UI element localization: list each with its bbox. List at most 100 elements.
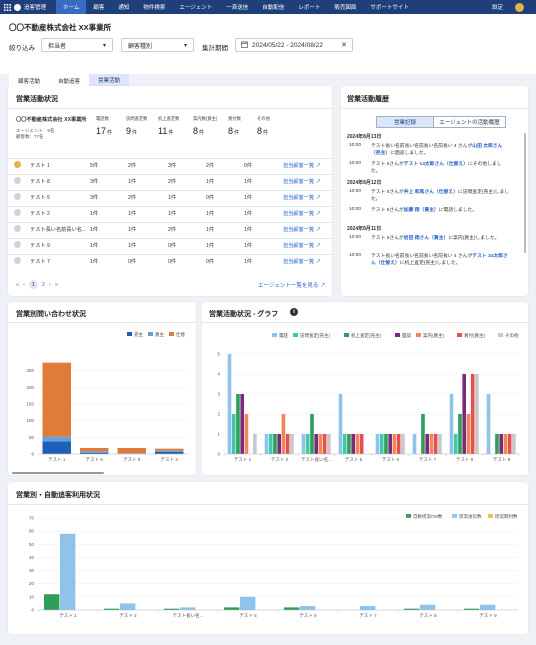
history-pre: テスト 5さんが [371,162,404,167]
external-link-icon: ↗ [314,211,321,217]
nav-item[interactable]: 物件検索 [136,0,172,14]
customer-list-link[interactable]: 担当顧客一覧 ↗ [283,178,321,185]
kpi-unit: 件 [132,130,138,136]
history-pre: テスト 5さんが [371,190,404,195]
count-cell: 0件 [168,243,177,249]
count-cell: 3件 [90,179,99,185]
agent-name[interactable]: テスト長い名前長い名... [30,226,86,233]
page-button[interactable]: » [55,282,58,288]
kpi-number: 11 [158,126,168,136]
bar [480,604,496,610]
bar [42,362,71,437]
customer-list-link[interactable]: 担当顧客一覧 ↗ [283,226,321,233]
customer-list-link[interactable]: 担当顧客一覧 ↗ [283,242,321,249]
nav-item[interactable]: エージェント [172,0,219,14]
bar [392,434,397,454]
external-link-icon: ↗ [319,283,326,289]
history-scrollbar[interactable] [524,133,526,253]
nav-item[interactable]: 一斉送信 [219,0,255,14]
history-customer-link[interactable]: 井上 和馬さん（仕替え） [404,190,458,195]
kpi-value: 11件 [158,126,173,136]
bar [458,414,462,454]
agent-name[interactable]: テスト 8 [30,178,50,185]
nav-item[interactable]: 販売図面 [327,0,363,14]
nav-item[interactable]: ホーム [56,0,87,14]
tab-agent-activity[interactable]: エージェントの活動履歴 [434,116,506,128]
agent-name[interactable]: テスト 9 [30,242,50,249]
history-pre: テスト 5さんが [371,236,404,241]
bar [375,434,380,454]
clear-icon[interactable]: ✕ [341,41,347,49]
period-label: 集計期間 [202,45,228,52]
nav-item[interactable]: 自動配信 [255,0,291,14]
apps-grid-icon[interactable] [0,0,14,14]
chart-scrollbar[interactable] [12,472,104,474]
filter-select[interactable]: 担当者 ▾ [41,38,113,52]
y-tick-label: 2 [217,412,220,417]
page-button[interactable]: 2 [42,282,45,288]
history-customer-link[interactable]: 加藤 翔（買主） [404,208,439,213]
history-time: 10:00 [349,189,362,194]
bar [327,434,331,454]
customer-list-label: 担当顧客一覧 [283,259,315,265]
legend-swatch [395,333,400,337]
row-divider [8,174,332,175]
kpi-value: 8件 [228,126,239,136]
x-tick-label: テスト 1 [48,457,66,463]
bar [120,603,136,610]
row-divider [8,238,332,239]
info-icon[interactable]: i [290,308,298,316]
user-avatar[interactable] [515,2,524,12]
sales-graph-chart: その他 買付(買主) 案内(買主) 面談 机上査定(売主) 訪問査定(売主) 電話 0 1 2 3 4… [217,332,520,463]
history-customer-link[interactable]: 岩田 翔さん（買主） [404,236,449,241]
count-cell: 1件 [128,243,137,249]
page-button[interactable]: ‹ [23,282,25,288]
bar [300,606,316,610]
customer-list-link[interactable]: 担当顧客一覧 ↗ [283,258,321,265]
nav-item[interactable]: サポートサイト [363,0,416,14]
count-cell: 1件 [206,211,215,217]
agent-name[interactable]: テスト 1 [30,162,50,169]
customer-list-link[interactable]: 担当顧客一覧 ↗ [283,210,321,217]
bar [240,596,256,610]
agent-name[interactable]: テスト 2 [30,210,50,217]
bar [305,434,310,454]
kpi-unit: 件 [263,130,269,136]
period-date-range[interactable]: 2024/05/22 - 2024/08/22 ✕ [235,38,353,52]
legend-label: 自動提案ON数 [413,513,443,520]
page-button[interactable]: 1 [28,280,38,289]
page-title: 〇〇不動産株式会社 XX事業所 [9,23,112,32]
history-customer-link[interactable]: テスト 14太郎さん（仕替え） [404,162,468,167]
agent-name[interactable]: テスト 5 [30,194,50,201]
customer-type-select[interactable]: 顧客種別 ▾ [121,38,194,52]
page-button[interactable]: « [16,282,19,288]
bar [412,434,417,454]
bar [80,448,109,452]
kpi-value: 8件 [257,126,268,136]
auto-usage-title: 営業別・自動追客利用状況 [16,492,100,499]
nav-item[interactable]: レポート [291,0,327,14]
auto-usage-chart: 提案開封数 提案送信数 自動提案ON数 0 10 20 30 40 50 60 70 テスト 1 テスト… [29,513,518,619]
legend-swatch [416,333,421,337]
bar [44,594,60,610]
customer-list-link[interactable]: 担当顧客一覧 ↗ [283,194,321,201]
agent-list-link[interactable]: エージェント一覧を見る ↗ [258,281,325,289]
count-cell: 1件 [244,179,253,185]
history-text: テスト 5さんがテスト 14太郎さん（仕替え）にその他しました。 [371,161,511,175]
nav-item[interactable]: 顧客 [86,0,111,14]
tab-sales-record[interactable]: 営業記録 [376,116,434,128]
agent-avatar [14,257,21,264]
x-tick-label: テスト 7 [359,613,377,619]
bar [227,354,232,454]
agent-name[interactable]: テスト 7 [30,258,50,265]
sales-status-title: 営業活動状況 [16,96,58,103]
bar [318,434,323,454]
count-cell: 1件 [244,227,253,233]
bar [60,533,76,610]
nav-item[interactable]: 通知 [111,0,136,14]
brand-logo[interactable]: 追客管理 [14,3,46,11]
y-tick-label: 0 [217,452,220,457]
settings-link[interactable]: 設定 [492,3,503,11]
customer-list-link[interactable]: 担当顧客一覧 ↗ [283,162,321,169]
page-button[interactable]: › [49,282,51,288]
